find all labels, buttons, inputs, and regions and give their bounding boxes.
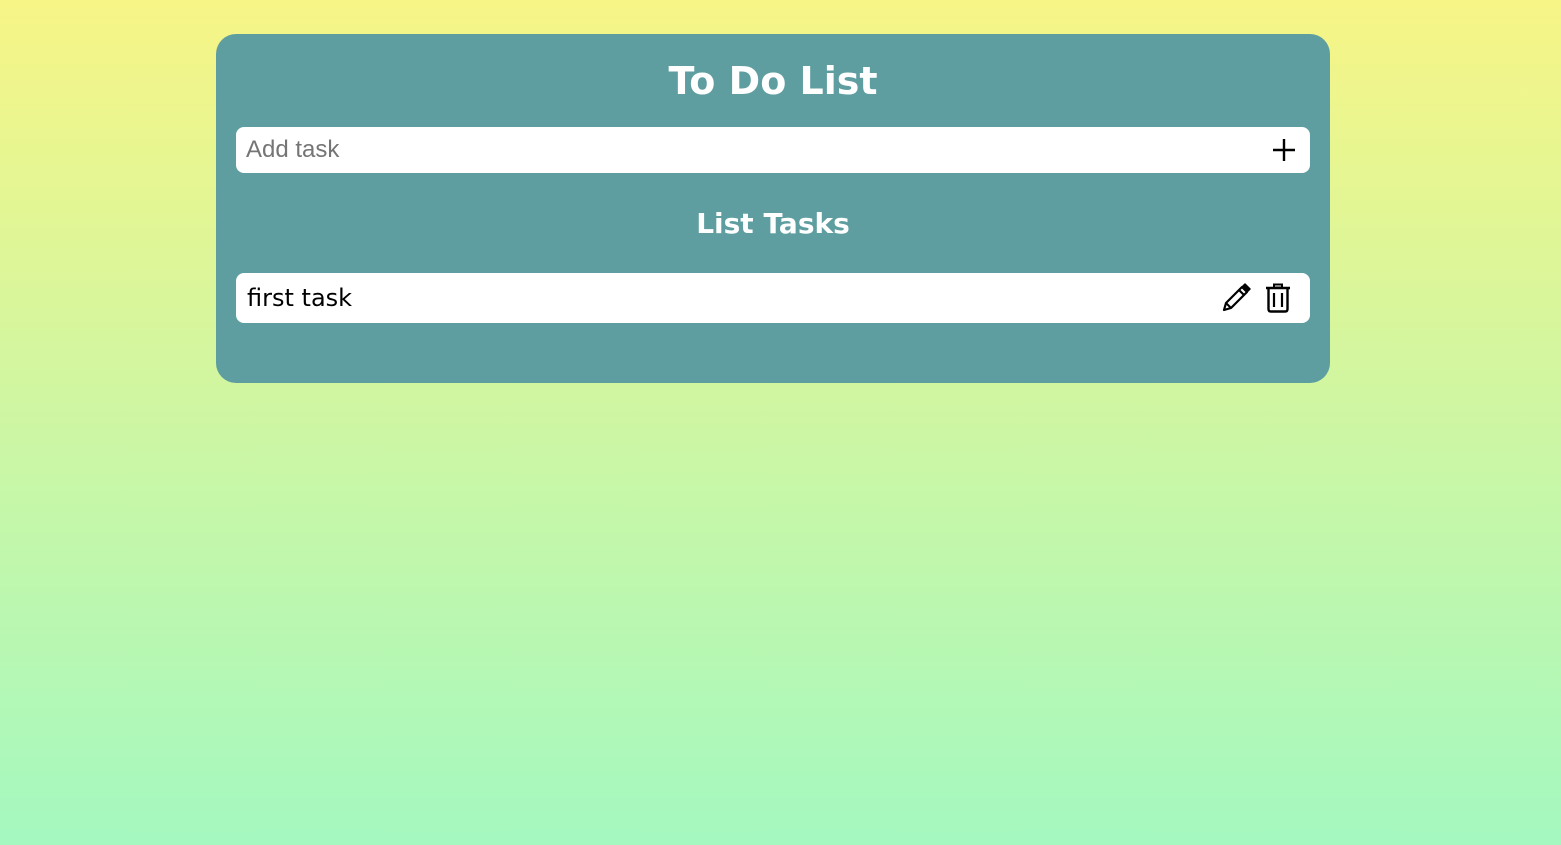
add-task-form xyxy=(236,127,1310,173)
task-text: first task xyxy=(247,284,353,312)
task-item: first task xyxy=(236,273,1310,323)
delete-task-button[interactable] xyxy=(1260,280,1296,316)
task-list: first task xyxy=(236,273,1310,323)
todo-card: To Do List List Tasks first task xyxy=(216,34,1330,383)
add-task-input[interactable] xyxy=(236,127,1264,173)
pencil-icon xyxy=(1221,283,1251,313)
add-task-button[interactable] xyxy=(1264,130,1304,170)
page-title: To Do List xyxy=(668,59,878,103)
list-tasks-heading: List Tasks xyxy=(696,207,850,240)
edit-task-button[interactable] xyxy=(1218,280,1254,316)
plus-icon xyxy=(1271,137,1297,163)
trash-icon xyxy=(1265,283,1291,313)
